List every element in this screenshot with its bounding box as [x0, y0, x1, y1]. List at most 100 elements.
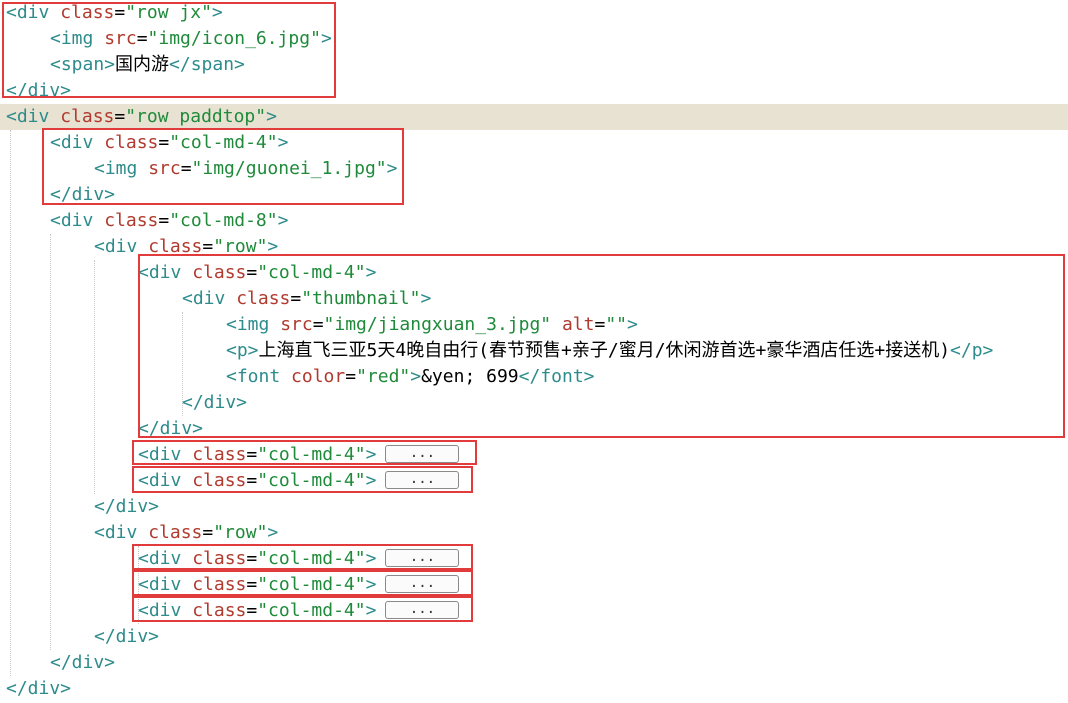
code-token-str: "col-md-4" — [257, 548, 366, 569]
code-token-str: "row" — [213, 236, 268, 257]
code-token-txt: 上海直飞三亚5天4晚自由行(春节预售+亲子/蜜月/休闲游首选+豪华酒店任选+接送… — [258, 340, 951, 361]
code-token-tag: <div — [94, 236, 149, 257]
code-token-tag: > — [211, 2, 223, 23]
code-token-str: "red" — [356, 366, 411, 387]
code-token-tag: <div — [138, 444, 193, 465]
code-line[interactable]: </div> — [0, 676, 1068, 702]
code-token-str: "img/jiangxuan_3.jpg" — [323, 314, 552, 335]
collapsed-fold-button[interactable]: ... — [385, 548, 460, 567]
code-token-str: "row jx" — [125, 2, 212, 23]
code-line[interactable]: </div> — [0, 78, 1068, 104]
code-token-attr: color — [291, 366, 346, 387]
code-line[interactable]: <font color="red">&yen; 699</font> — [0, 364, 1068, 390]
code-line[interactable]: <img src="img/icon_6.jpg"> — [0, 26, 1068, 52]
code-line[interactable]: <img src="img/jiangxuan_3.jpg" alt=""> — [0, 312, 1068, 338]
code-line[interactable]: <div class="row"> — [0, 234, 1068, 260]
code-token-tag: <img — [226, 314, 281, 335]
code-token-str: "col-md-4" — [257, 470, 366, 491]
code-line[interactable]: <div class="thumbnail"> — [0, 286, 1068, 312]
code-token-txt: = — [246, 470, 258, 491]
code-line[interactable]: <div class="row paddtop"> — [0, 104, 1068, 130]
code-token-tag: <div — [50, 210, 105, 231]
code-token-tag: > — [277, 132, 289, 153]
code-editor[interactable]: <div class="row jx"> <img src="img/icon_6… — [0, 0, 1068, 703]
code-line[interactable]: <div class="col-md-4"> — [0, 130, 1068, 156]
code-line[interactable]: <div class="col-md-8"> — [0, 208, 1068, 234]
code-line[interactable]: <img src="img/guonei_1.jpg"> — [0, 156, 1068, 182]
code-token-tag: </div> — [94, 496, 160, 517]
code-token-txt: = — [114, 106, 126, 127]
code-token-txt: = — [312, 314, 324, 335]
code-token-attr: class — [148, 236, 203, 257]
code-token-tag: > — [420, 288, 432, 309]
code-line[interactable]: <div class="col-md-4">... — [0, 468, 1068, 494]
code-token-tag: </div> — [6, 678, 72, 699]
code-line[interactable]: <div class="row"> — [0, 520, 1068, 546]
code-token-txt: = — [345, 366, 357, 387]
code-line[interactable]: </div> — [0, 624, 1068, 650]
code-token-tag: <div — [138, 600, 193, 621]
code-token-attr: class — [60, 106, 115, 127]
code-token-tag: <div — [138, 548, 193, 569]
code-line[interactable]: <div class="row jx"> — [0, 0, 1068, 26]
code-token-str: "thumbnail" — [301, 288, 421, 309]
code-token-tag: <div — [50, 132, 105, 153]
code-token-tag: </div> — [50, 652, 116, 673]
code-line[interactable]: </div> — [0, 650, 1068, 676]
code-token-tag: <img — [50, 28, 105, 49]
code-token-attr: src — [148, 158, 181, 179]
code-line[interactable]: <span>国内游</span> — [0, 52, 1068, 78]
code-line[interactable]: <div class="col-md-4"> — [0, 260, 1068, 286]
code-line[interactable]: <div class="col-md-4">... — [0, 572, 1068, 598]
code-token-str: "img/guonei_1.jpg" — [191, 158, 387, 179]
code-line[interactable]: <div class="col-md-4">... — [0, 546, 1068, 572]
code-token-str: "col-md-8" — [169, 210, 278, 231]
collapsed-fold-button[interactable]: ... — [385, 574, 460, 593]
code-token-txt: = — [202, 236, 214, 257]
code-token-tag: </span> — [169, 54, 245, 75]
code-token-attr: class — [104, 210, 159, 231]
code-token-tag: </div> — [6, 80, 72, 101]
code-token-txt: = — [246, 574, 258, 595]
code-token-txt: = — [290, 288, 302, 309]
code-line[interactable]: </div> — [0, 390, 1068, 416]
code-token-txt: = — [114, 2, 126, 23]
code-token-tag: > — [365, 262, 377, 283]
code-line[interactable]: </div> — [0, 494, 1068, 520]
code-token-attr: class — [192, 600, 247, 621]
code-token-txt: &yen; 699 — [421, 366, 519, 387]
code-token-attr: class — [192, 470, 247, 491]
code-token-attr: class — [192, 444, 247, 465]
collapsed-fold-button[interactable]: ... — [385, 600, 460, 619]
code-line[interactable]: <div class="col-md-4">... — [0, 442, 1068, 468]
code-token-tag: > — [365, 470, 377, 491]
code-line[interactable]: </div> — [0, 182, 1068, 208]
code-token-txt: = — [246, 600, 258, 621]
code-token-tag: > — [267, 236, 279, 257]
code-token-txt: = — [158, 132, 170, 153]
collapsed-fold-button[interactable]: ... — [385, 470, 460, 489]
code-token-tag: </div> — [138, 418, 204, 439]
code-line[interactable]: </div> — [0, 416, 1068, 442]
code-token-txt: = — [158, 210, 170, 231]
code-line[interactable]: <p>上海直飞三亚5天4晚自由行(春节预售+亲子/蜜月/休闲游首选+豪华酒店任选… — [0, 338, 1068, 364]
code-token-txt: = — [202, 522, 214, 543]
code-token-attr: class — [236, 288, 291, 309]
code-token-attr: alt — [561, 314, 595, 335]
code-token-tag: <div — [6, 2, 61, 23]
code-token-attr: class — [192, 262, 247, 283]
code-token-tag: > — [365, 600, 377, 621]
code-token-tag: > — [365, 444, 377, 465]
code-token-tag: </div> — [50, 184, 116, 205]
code-token-str: "row paddtop" — [125, 106, 267, 127]
code-token-tag: <div — [138, 470, 193, 491]
code-token-tag: <div — [6, 106, 61, 127]
code-line[interactable]: <div class="col-md-4">... — [0, 598, 1068, 624]
code-token-txt: = — [246, 548, 258, 569]
code-token-tag: </div> — [94, 626, 160, 647]
code-token-tag: > — [365, 548, 377, 569]
code-token-tag: </p> — [950, 340, 994, 361]
code-token-txt: = — [246, 444, 258, 465]
collapsed-fold-button[interactable]: ... — [385, 444, 460, 463]
